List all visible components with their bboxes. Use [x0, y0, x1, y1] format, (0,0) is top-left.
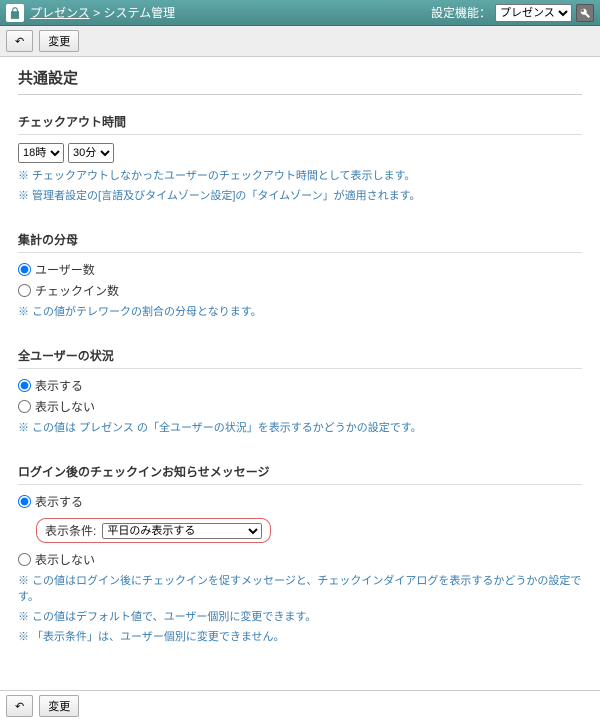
checkout-note1: ※ チェックアウトしなかったユーザーのチェックアウト時間として表示します。: [18, 167, 582, 183]
back-button-bottom[interactable]: ↶: [6, 695, 33, 717]
denom-radio-checkin[interactable]: [18, 284, 31, 297]
denom-note: ※ この値がテレワークの割合の分母となります。: [18, 303, 582, 319]
content: 共通設定 チェックアウト時間 18時 30分 ※ チェックアウトしなかったユーザ…: [0, 57, 600, 682]
allusers-radio-hide[interactable]: [18, 400, 31, 413]
allusers-title: 全ユーザーの状況: [18, 347, 582, 369]
login-radio-hide[interactable]: [18, 553, 31, 566]
login-note3: ※ 「表示条件」は、ユーザー個別に変更できません。: [18, 628, 582, 644]
toolbar-bottom: ↶ 変更: [0, 690, 600, 721]
login-note1: ※ この値はログイン後にチェックインを促すメッセージと、チェックインダイアログを…: [18, 572, 582, 604]
section-checkout: チェックアウト時間 18時 30分 ※ チェックアウトしなかったユーザーのチェッ…: [18, 113, 582, 203]
checkout-hour[interactable]: 18時: [18, 143, 64, 163]
login-radio-show[interactable]: [18, 495, 31, 508]
crumb-app[interactable]: プレゼンス: [30, 6, 90, 20]
topbar: プレゼンス > システム管理 設定機能： プレゼンス: [0, 0, 600, 26]
allusers-radio-show[interactable]: [18, 379, 31, 392]
login-note2: ※ この値はデフォルト値で、ユーザー個別に変更できます。: [18, 608, 582, 624]
app-logo: [6, 4, 24, 22]
denom-title: 集計の分母: [18, 231, 582, 253]
wrench-icon[interactable]: [576, 4, 594, 22]
denom-radio-users[interactable]: [18, 263, 31, 276]
crumb-page: システム管理: [103, 6, 175, 20]
setting-select[interactable]: プレゼンス: [495, 4, 572, 22]
allusers-note: ※ この値は プレゼンス の「全ユーザーの状況」を表示するかどうかの設定です。: [18, 419, 582, 435]
crumb-sep: >: [93, 6, 103, 20]
cond-select[interactable]: 平日のみ表示する: [102, 523, 262, 539]
allusers-label-hide: 表示しない: [35, 398, 95, 415]
change-button[interactable]: 変更: [39, 30, 79, 52]
section-allusers: 全ユーザーの状況 表示する 表示しない ※ この値は プレゼンス の「全ユーザー…: [18, 347, 582, 435]
checkout-note2: ※ 管理者設定の[言語及びタイムゾーン設定]の「タイムゾーン」が適用されます。: [18, 187, 582, 203]
section-login: ログイン後のチェックインお知らせメッセージ 表示する 表示条件: 平日のみ表示す…: [18, 463, 582, 644]
change-button-bottom[interactable]: 変更: [39, 695, 79, 717]
denom-label-checkin: チェックイン数: [35, 282, 119, 299]
toolbar-top: ↶ 変更: [0, 26, 600, 57]
display-condition: 表示条件: 平日のみ表示する: [36, 518, 271, 543]
setting-label: 設定機能：: [431, 4, 491, 21]
denom-label-users: ユーザー数: [35, 261, 95, 278]
checkout-title: チェックアウト時間: [18, 113, 582, 135]
allusers-label-show: 表示する: [35, 377, 83, 394]
login-label-hide: 表示しない: [35, 551, 95, 568]
cond-label: 表示条件:: [45, 522, 96, 539]
breadcrumb: プレゼンス > システム管理: [30, 4, 175, 21]
login-title: ログイン後のチェックインお知らせメッセージ: [18, 463, 582, 485]
section-denom: 集計の分母 ユーザー数 チェックイン数 ※ この値がテレワークの割合の分母となり…: [18, 231, 582, 319]
login-label-show: 表示する: [35, 493, 83, 510]
page-title: 共通設定: [18, 67, 582, 95]
back-button[interactable]: ↶: [6, 30, 33, 52]
checkout-minute[interactable]: 30分: [68, 143, 114, 163]
